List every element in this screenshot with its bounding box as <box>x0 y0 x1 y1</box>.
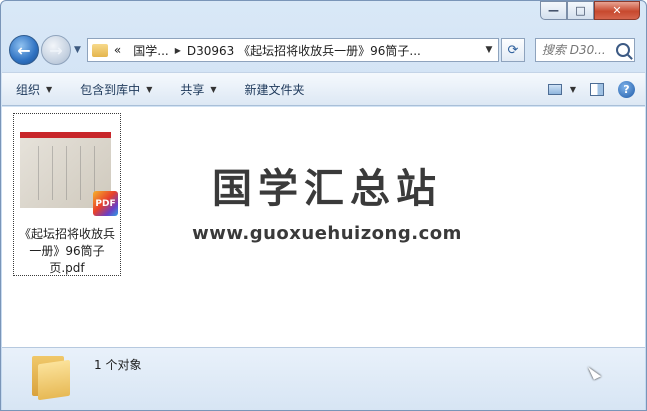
include-in-library-button[interactable]: 包含到库中 ▼ <box>66 76 166 102</box>
navigation-bar: ← → ▼ « 国学... ▶ D30963 《起坛招将收放兵一册》96筒子..… <box>9 34 638 66</box>
details-pane: 1 个对象 <box>2 347 645 410</box>
back-button[interactable]: ← <box>9 35 39 65</box>
chevron-right-icon[interactable]: ▶ <box>175 46 181 55</box>
address-dropdown-button[interactable]: ▼ <box>480 45 498 55</box>
search-box[interactable] <box>534 38 635 62</box>
file-name-label: 《起坛招将收放兵一册》96筒子页.pdf <box>18 227 115 275</box>
close-button[interactable]: ✕ <box>594 1 640 20</box>
refresh-icon: ⟳ <box>507 42 519 58</box>
new-folder-label: 新建文件夹 <box>244 82 305 97</box>
preview-pane-icon[interactable] <box>590 82 604 96</box>
file-list-pane[interactable]: PDF 《起坛招将收放兵一册》96筒子页.pdf 国学汇总站 www.guoxu… <box>2 107 645 347</box>
organize-menu-button[interactable]: 组织 ▼ <box>2 76 66 102</box>
folder-icon <box>32 354 72 401</box>
view-options-icon <box>547 83 562 95</box>
forward-arrow-icon: → <box>49 40 63 60</box>
pdf-app-icon: PDF <box>93 191 118 216</box>
forward-button[interactable]: → <box>41 35 71 65</box>
breadcrumb-overflow[interactable]: « <box>114 43 121 57</box>
maximize-button[interactable]: □ <box>567 1 594 20</box>
caption-buttons: — □ ✕ <box>540 1 640 20</box>
command-bar: 组织 ▼ 包含到库中 ▼ 共享 ▼ 新建文件夹 ▼ ? <box>2 72 645 106</box>
chevron-down-icon: ▼ <box>146 84 153 94</box>
organize-label: 组织 <box>16 82 41 97</box>
breadcrumb-item-guoxue[interactable]: 国学... <box>133 42 168 59</box>
change-view-button[interactable]: ▼ <box>547 83 576 95</box>
new-folder-button[interactable]: 新建文件夹 <box>231 76 319 102</box>
watermark-title: 国学汇总站 <box>212 166 442 212</box>
search-input[interactable] <box>541 43 612 57</box>
breadcrumb-item-current-folder[interactable]: D30963 《起坛招将收放兵一册》96筒子... <box>187 42 421 59</box>
manuscript-lines <box>30 146 101 200</box>
share-button[interactable]: 共享 ▼ <box>166 76 230 102</box>
help-icon[interactable]: ? <box>618 80 635 98</box>
refresh-button[interactable]: ⟳ <box>500 38 525 62</box>
minimize-button[interactable]: — <box>540 1 567 20</box>
chevron-down-icon: ▼ <box>569 84 576 94</box>
watermark-url: www.guoxuehuizong.com <box>192 223 462 244</box>
toolbar-right-group: ▼ ? <box>547 80 645 98</box>
back-arrow-icon: ← <box>17 40 31 60</box>
search-icon[interactable] <box>615 43 630 57</box>
file-item-pdf[interactable]: PDF 《起坛招将收放兵一册》96筒子页.pdf <box>13 113 121 276</box>
recent-pages-dropdown[interactable]: ▼ <box>74 45 81 55</box>
item-count: 1 个对象 <box>94 358 142 372</box>
include-in-library-label: 包含到库中 <box>80 82 141 97</box>
folder-icon <box>91 43 108 57</box>
chevron-down-icon: ▼ <box>46 84 53 94</box>
chevron-down-icon: ▼ <box>210 84 217 94</box>
share-label: 共享 <box>180 82 205 97</box>
explorer-window: — □ ✕ ← → ▼ « 国学... ▶ D30963 《起坛招将收放兵一册》… <box>0 0 647 411</box>
watermark: 国学汇总站 www.guoxuehuizong.com <box>192 165 462 244</box>
address-bar[interactable]: « 国学... ▶ D30963 《起坛招将收放兵一册》96筒子... ▼ <box>86 38 499 62</box>
